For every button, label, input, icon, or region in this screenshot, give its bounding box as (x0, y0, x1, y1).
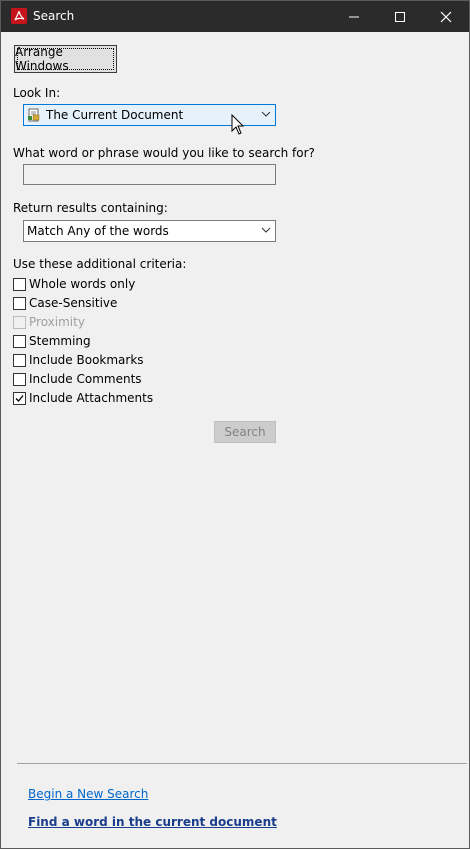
checkmark-icon (15, 394, 24, 402)
stemming-checkbox-row[interactable]: Stemming (13, 333, 91, 349)
adobe-acrobat-icon (11, 8, 27, 24)
proximity-checkbox (13, 315, 26, 329)
results-label: Return results containing: (13, 201, 168, 215)
minimize-button[interactable] (331, 1, 377, 32)
proximity-checkbox-row: Proximity (13, 314, 85, 330)
results-dropdown[interactable]: Match Any of the words (23, 220, 276, 242)
include-attachments-checkbox-row[interactable]: Include Attachments (13, 390, 153, 406)
title-bar[interactable]: Search (1, 1, 469, 32)
include-bookmarks-label: Include Bookmarks (29, 353, 144, 367)
begin-new-search-link[interactable]: Begin a New Search (28, 787, 148, 801)
search-button[interactable]: Search (214, 421, 276, 443)
include-attachments-label: Include Attachments (29, 391, 154, 405)
find-word-link[interactable]: Find a word in the current document (28, 815, 277, 829)
include-bookmarks-checkbox-row[interactable]: Include Bookmarks (13, 352, 144, 368)
phrase-label: What word or phrase would you like to se… (13, 146, 315, 160)
results-value: Match Any of the words (27, 224, 169, 238)
look-in-label: Look In: (13, 86, 61, 100)
case-sensitive-label: Case-Sensitive (29, 296, 118, 310)
look-in-value: The Current Document (46, 108, 184, 122)
include-comments-label: Include Comments (29, 372, 142, 386)
minimize-icon (349, 16, 359, 17)
document-icon (28, 108, 40, 122)
search-phrase-input[interactable] (23, 164, 276, 185)
stemming-label: Stemming (29, 334, 91, 348)
divider (17, 763, 467, 764)
whole-words-label: Whole words only (29, 277, 136, 291)
mouse-cursor-icon (231, 114, 245, 135)
include-comments-checkbox[interactable] (13, 372, 26, 386)
arrange-windows-button[interactable]: Arrange Windows (14, 45, 117, 73)
maximize-button[interactable] (377, 1, 423, 32)
whole-words-checkbox[interactable] (13, 277, 26, 291)
close-icon (440, 11, 452, 22)
criteria-label: Use these additional criteria: (13, 257, 187, 271)
include-bookmarks-checkbox[interactable] (13, 353, 26, 367)
include-attachments-checkbox[interactable] (13, 391, 26, 405)
search-window: Search Arrange Windows Look In: The Curr… (0, 0, 470, 849)
stemming-checkbox[interactable] (13, 334, 26, 348)
chevron-down-icon (261, 227, 271, 233)
whole-words-checkbox-row[interactable]: Whole words only (13, 276, 135, 292)
proximity-label: Proximity (29, 315, 85, 329)
maximize-icon (395, 11, 405, 22)
close-button[interactable] (423, 1, 469, 32)
window-title: Search (33, 9, 75, 23)
case-sensitive-checkbox[interactable] (13, 296, 26, 310)
include-comments-checkbox-row[interactable]: Include Comments (13, 371, 142, 387)
chevron-down-icon (261, 111, 271, 117)
case-sensitive-checkbox-row[interactable]: Case-Sensitive (13, 295, 117, 311)
